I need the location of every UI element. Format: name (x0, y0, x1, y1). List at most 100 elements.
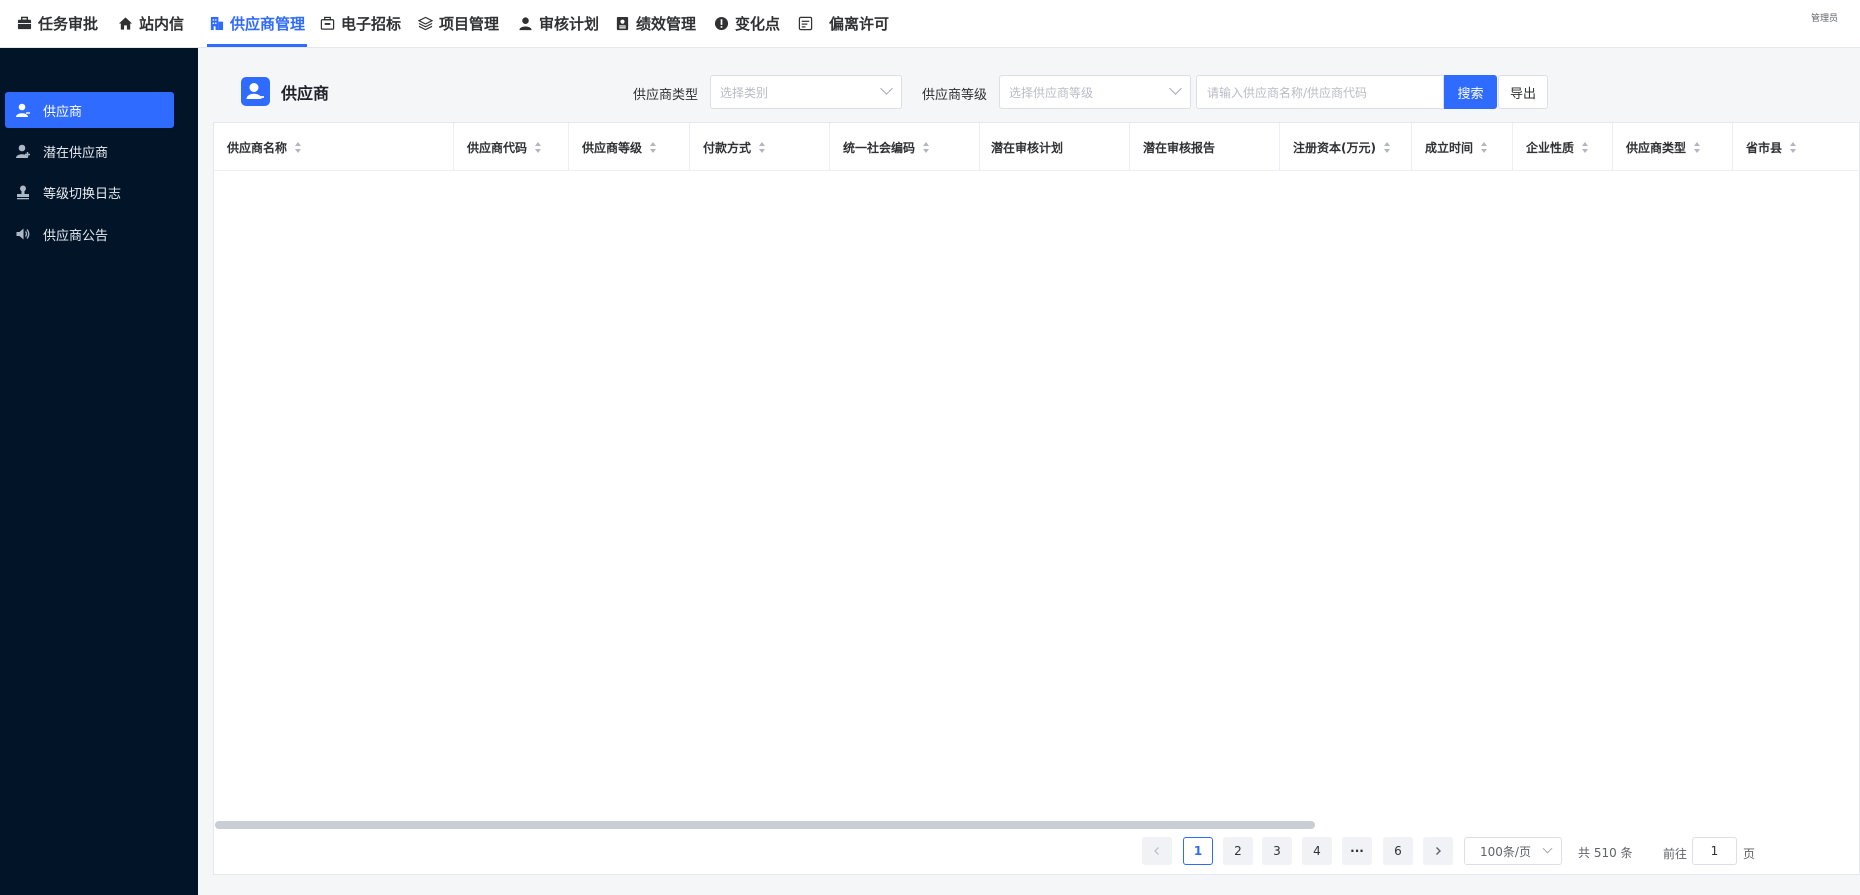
layers-icon (418, 16, 433, 31)
chevron-left-icon (1154, 847, 1159, 855)
user-icon (16, 103, 30, 117)
sort-icon[interactable] (759, 141, 766, 153)
nav-label: 变化点 (735, 15, 781, 33)
nav-label: 站内信 (139, 15, 185, 33)
column-label: 潜在审核报告 (1143, 140, 1216, 155)
column-label: 供应商等级 (582, 140, 643, 155)
sidebar: 供应商 潜在供应商 等级切换日志 供应商公告 (0, 48, 198, 895)
alert-icon (714, 16, 729, 31)
report-icon (616, 16, 629, 31)
page-size-value: 100条/页 (1480, 844, 1531, 859)
page-button[interactable]: 3 (1262, 837, 1292, 865)
nav-e-tender[interactable]: 电子招标 (320, 0, 401, 47)
chevron-right-icon (1436, 847, 1441, 855)
supplier-type-label: 供应商类型 (633, 88, 699, 103)
chevron-down-icon (1542, 843, 1553, 854)
page-button[interactable]: 4 (1302, 837, 1332, 865)
supplier-title-icon (241, 77, 270, 106)
more-pages-button[interactable]: ··· (1342, 837, 1372, 865)
column-label: 供应商名称 (227, 140, 288, 155)
table-header: 供应商名称 供应商代码 供应商等级 付款方式 统一社会编码 潜在审核计划 潜在审… (214, 123, 1860, 171)
briefcase-icon (17, 16, 32, 30)
goto-label: 前往 (1663, 847, 1688, 861)
supplier-level-placeholder: 选择供应商等级 (1009, 85, 1094, 100)
column-header-supplier-code[interactable]: 供应商代码 (454, 123, 569, 171)
nav-label: 偏离许可 (829, 15, 890, 33)
column-header-social-credit-code[interactable]: 统一社会编码 (830, 123, 980, 171)
nav-label: 电子招标 (341, 15, 402, 33)
sort-icon[interactable] (1790, 141, 1797, 153)
search-input[interactable]: 请输入供应商名称/供应商代码 (1196, 75, 1444, 109)
sidebar-item-label: 供应商 (43, 104, 83, 120)
prev-page-button[interactable] (1142, 837, 1172, 865)
user-plus-icon (16, 144, 30, 158)
column-header-enterprise-nature[interactable]: 企业性质 (1513, 123, 1613, 171)
sidebar-item-supplier-notice[interactable]: 供应商公告 (5, 216, 174, 252)
nav-deviation-permit[interactable]: 偏离许可 (798, 0, 889, 47)
speaker-icon (16, 228, 30, 240)
nav-label: 绩效管理 (636, 15, 697, 33)
column-header-supplier-level[interactable]: 供应商等级 (569, 123, 690, 171)
sort-icon[interactable] (650, 141, 657, 153)
sort-icon[interactable] (923, 141, 930, 153)
column-header-supplier-name[interactable]: 供应商名称 (214, 123, 454, 171)
supplier-level-label: 供应商等级 (922, 88, 988, 103)
column-label: 供应商类型 (1626, 140, 1687, 155)
home-icon (118, 17, 133, 30)
column-label: 省市县 (1746, 140, 1783, 155)
nav-project-management[interactable]: 项目管理 (418, 0, 499, 47)
user-menu[interactable]: 管理员 (1811, 11, 1838, 24)
export-button[interactable]: 导出 (1498, 75, 1548, 109)
page-suffix: 页 (1743, 847, 1756, 861)
page-button[interactable]: 2 (1223, 837, 1253, 865)
sidebar-item-level-log[interactable]: 等级切换日志 (5, 174, 174, 210)
goto-page-input[interactable]: 1 (1692, 837, 1737, 865)
sidebar-item-potential-supplier[interactable]: 潜在供应商 (5, 133, 174, 169)
nav-performance[interactable]: 绩效管理 (615, 0, 696, 47)
column-header-established-date[interactable]: 成立时间 (1412, 123, 1513, 171)
column-label: 付款方式 (703, 140, 752, 155)
nav-label: 供应商管理 (230, 15, 306, 33)
nav-inbox[interactable]: 站内信 (118, 0, 184, 47)
building-icon (210, 16, 224, 31)
nav-audit-plan[interactable]: 审核计划 (518, 0, 599, 47)
search-placeholder: 请输入供应商名称/供应商代码 (1207, 85, 1368, 100)
column-header-payment-method[interactable]: 付款方式 (690, 123, 830, 171)
sort-icon[interactable] (1582, 141, 1589, 153)
nav-supplier-management[interactable]: 供应商管理 (206, 0, 308, 47)
column-label: 统一社会编码 (843, 140, 916, 155)
supplier-type-select[interactable]: 选择类别 (710, 75, 902, 109)
column-header-region[interactable]: 省市县 (1733, 123, 1860, 171)
supplier-table: 供应商名称 供应商代码 供应商等级 付款方式 统一社会编码 潜在审核计划 潜在审… (213, 122, 1860, 875)
sort-icon[interactable] (295, 141, 302, 153)
tender-icon (320, 16, 335, 30)
sidebar-item-label: 供应商公告 (43, 228, 109, 244)
column-label: 成立时间 (1425, 140, 1474, 155)
column-header-supplier-type[interactable]: 供应商类型 (1613, 123, 1733, 171)
column-label: 企业性质 (1526, 140, 1575, 155)
nav-label: 任务审批 (38, 15, 99, 33)
sort-icon[interactable] (1481, 141, 1488, 153)
column-label: 供应商代码 (467, 140, 528, 155)
column-header-registered-capital[interactable]: 注册资本(万元) (1280, 123, 1412, 171)
horizontal-scrollbar[interactable] (215, 821, 1315, 829)
sort-icon[interactable] (535, 141, 542, 153)
column-label: 注册资本(万元) (1293, 140, 1376, 155)
supplier-level-select[interactable]: 选择供应商等级 (999, 75, 1191, 109)
sort-icon[interactable] (1694, 141, 1701, 153)
search-button[interactable]: 搜索 (1444, 75, 1497, 109)
page-size-select[interactable]: 100条/页 (1464, 837, 1562, 865)
sidebar-item-supplier[interactable]: 供应商 (5, 92, 174, 128)
document-icon (798, 16, 813, 31)
page-button[interactable]: 1 (1183, 837, 1213, 865)
page-title: 供应商 (281, 84, 330, 103)
nav-task-approval[interactable]: 任务审批 (17, 0, 98, 47)
page-button[interactable]: 6 (1383, 837, 1413, 865)
sort-icon[interactable] (1383, 141, 1391, 153)
nav-change-point[interactable]: 变化点 (714, 0, 780, 47)
supplier-type-placeholder: 选择类别 (720, 85, 769, 100)
user-icon (519, 17, 532, 31)
next-page-button[interactable] (1423, 837, 1453, 865)
top-navigation: 任务审批 站内信 供应商管理 电子招标 项目管理 审核计划 绩效管理 变化点 偏… (0, 0, 1860, 48)
nav-label: 项目管理 (439, 15, 500, 33)
